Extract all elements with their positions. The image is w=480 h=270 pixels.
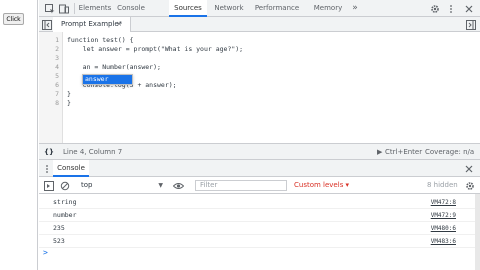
more-tabs-button[interactable]: » bbox=[349, 0, 361, 17]
tab-console[interactable]: Console bbox=[115, 0, 147, 17]
line-number: 8 bbox=[55, 99, 59, 107]
code-line: } bbox=[67, 99, 71, 107]
inspected-page: Click bbox=[0, 0, 38, 270]
pretty-print-button[interactable]: {} bbox=[44, 144, 54, 161]
run-snippet-icon[interactable]: ▶ bbox=[377, 144, 382, 161]
tab-network[interactable]: Network bbox=[211, 0, 247, 17]
console-message: 235 VM480:6 bbox=[39, 222, 480, 235]
console-message-source-link[interactable]: VM472:9 bbox=[431, 211, 456, 220]
close-file-tab-icon[interactable]: × bbox=[116, 17, 122, 32]
line-number: 6 bbox=[55, 81, 59, 89]
inspect-element-icon[interactable] bbox=[44, 3, 55, 14]
console-message-source-link[interactable]: VM472:8 bbox=[431, 198, 456, 207]
console-message: string VM472:8 bbox=[39, 196, 480, 209]
code-line: an = Number(answer); bbox=[67, 63, 161, 71]
line-number: 4 bbox=[55, 63, 59, 71]
toolbar-divider bbox=[74, 3, 75, 14]
console-message-text: 235 bbox=[53, 224, 65, 232]
editor-status-bar: {} Line 4, Column 7 ▶ Ctrl+Enter Coverag… bbox=[39, 143, 480, 160]
code-line: let answer = prompt("What is your age?")… bbox=[67, 45, 244, 53]
autocomplete-popup: answer bbox=[82, 74, 133, 85]
code-line: function test() { bbox=[67, 36, 134, 44]
more-options-icon[interactable] bbox=[445, 3, 456, 14]
context-selector-value: top bbox=[81, 181, 93, 189]
autocomplete-suggestion[interactable]: answer bbox=[83, 75, 132, 84]
drawer-menu-icon[interactable] bbox=[41, 163, 52, 174]
code-editor[interactable]: 1 2 3 4 5 6 7 8 function test() { let an… bbox=[39, 32, 480, 143]
line-number: 1 bbox=[55, 36, 59, 44]
coverage-status: Coverage: n/a bbox=[425, 148, 475, 156]
console-message-source-link[interactable]: VM483:6 bbox=[431, 237, 456, 246]
console-scrollbar[interactable] bbox=[475, 194, 480, 270]
live-expression-eye-icon[interactable] bbox=[173, 180, 184, 191]
console-toolbar: top ▼ Filter Custom levels ▾ 8 hidden bbox=[39, 177, 480, 194]
close-devtools-icon[interactable] bbox=[463, 3, 474, 14]
tab-elements[interactable]: Elements bbox=[77, 0, 113, 17]
console-messages: string VM472:8 number VM472:9 235 VM480:… bbox=[39, 194, 480, 270]
toggle-navigator-icon[interactable] bbox=[41, 19, 52, 30]
run-shortcut-hint: Ctrl+Enter bbox=[385, 148, 423, 156]
click-button[interactable]: Click bbox=[3, 13, 24, 25]
main-toolbar: Elements Console Sources Network Perform… bbox=[39, 0, 480, 17]
console-message-source-link[interactable]: VM480:6 bbox=[431, 224, 456, 233]
console-message-text: 523 bbox=[53, 237, 65, 245]
file-tab-prompt-example[interactable]: Prompt Example* × bbox=[53, 17, 131, 32]
code-line: } bbox=[67, 90, 71, 98]
file-tab-bar: Prompt Example* × bbox=[39, 17, 480, 32]
devtools-panel: Elements Console Sources Network Perform… bbox=[39, 0, 480, 270]
tab-sources[interactable]: Sources bbox=[169, 0, 207, 17]
line-number-gutter: 1 2 3 4 5 6 7 8 bbox=[39, 32, 63, 143]
clear-console-icon[interactable] bbox=[59, 180, 70, 191]
hidden-messages-count: 8 hidden bbox=[427, 181, 458, 189]
drawer-header: Console bbox=[39, 160, 480, 177]
settings-gear-icon[interactable] bbox=[429, 3, 440, 14]
console-message-text: number bbox=[53, 211, 77, 219]
console-message-text: string bbox=[53, 198, 77, 206]
close-drawer-icon[interactable] bbox=[463, 163, 474, 174]
console-message: number VM472:9 bbox=[39, 209, 480, 222]
file-tab-label: Prompt Example* bbox=[61, 20, 123, 28]
show-sidebar-icon[interactable] bbox=[43, 180, 54, 191]
console-message: 523 VM483:6 bbox=[39, 235, 480, 248]
console-settings-gear-icon[interactable] bbox=[464, 180, 475, 191]
log-levels-dropdown[interactable]: Custom levels ▾ bbox=[294, 177, 349, 194]
line-number: 5 bbox=[55, 72, 59, 80]
filter-placeholder: Filter bbox=[200, 181, 218, 189]
drawer-tab-console[interactable]: Console bbox=[53, 160, 89, 177]
toggle-debugger-icon[interactable] bbox=[465, 19, 476, 30]
tab-memory[interactable]: Memory bbox=[311, 0, 345, 17]
console-filter-input[interactable]: Filter bbox=[195, 180, 287, 191]
line-number: 2 bbox=[55, 45, 59, 53]
cursor-position: Line 4, Column 7 bbox=[63, 148, 123, 156]
line-number: 3 bbox=[55, 54, 59, 62]
context-selector[interactable]: top ▼ bbox=[75, 180, 165, 191]
chevron-down-icon: ▼ bbox=[158, 182, 163, 189]
tab-performance[interactable]: Performance bbox=[253, 0, 301, 17]
console-prompt[interactable]: > bbox=[43, 248, 48, 257]
device-toolbar-icon[interactable] bbox=[58, 3, 69, 14]
line-number: 7 bbox=[55, 90, 59, 98]
